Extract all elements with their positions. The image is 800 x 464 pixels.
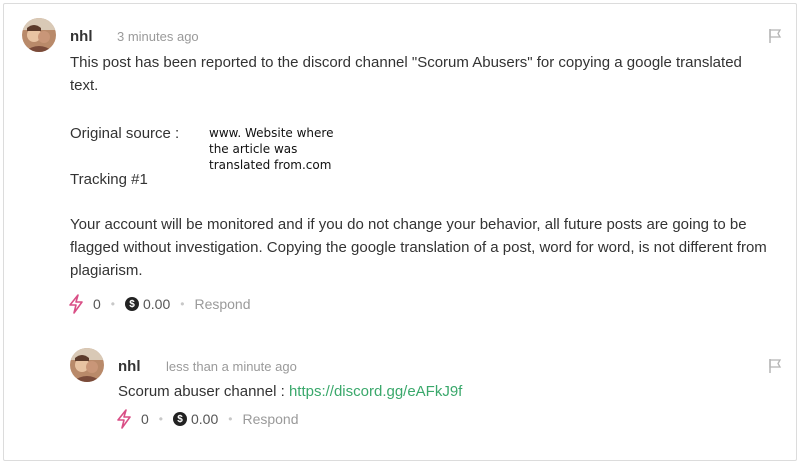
discord-link[interactable]: https://discord.gg/eAFkJ9f <box>289 383 462 400</box>
separator: • <box>158 412 163 426</box>
dollar-coin-icon: $ <box>173 412 187 426</box>
comment-actions: 0 • $ 0.00 • Respond <box>115 409 299 429</box>
comment-text: Scorum abuser channel : https://discord.… <box>118 380 462 403</box>
reply-comment: nhl less than a minute ago Scorum abuser… <box>70 348 792 438</box>
avatar[interactable] <box>70 348 104 382</box>
lightning-bolt-icon[interactable] <box>115 409 133 429</box>
vote-count: 0 <box>141 411 149 427</box>
lightning-bolt-icon[interactable] <box>67 294 85 314</box>
separator: • <box>180 297 185 311</box>
avatar[interactable] <box>22 18 56 52</box>
separator: • <box>110 297 115 311</box>
author-name[interactable]: nhl <box>118 358 141 375</box>
comment: nhl 3 minutes ago This post has been rep… <box>22 18 792 318</box>
comment-paragraph: This post has been reported to the disco… <box>70 54 742 94</box>
source-note-line: the article was <box>209 142 298 156</box>
source-label: Original source : <box>70 125 180 142</box>
timestamp[interactable]: less than a minute ago <box>166 359 297 374</box>
comment-text-prefix: Scorum abuser channel : <box>118 383 289 400</box>
vote-count: 0 <box>93 296 101 312</box>
tracking-label: Tracking #1 <box>70 171 148 188</box>
source-note-line: translated from.com <box>209 158 332 172</box>
payout-amount: 0.00 <box>143 296 171 312</box>
dollar-coin-icon: $ <box>125 297 139 311</box>
timestamp[interactable]: 3 minutes ago <box>117 29 199 44</box>
flag-icon[interactable] <box>768 28 782 44</box>
comment-paragraph: Your account will be monitored and if yo… <box>70 216 767 279</box>
separator: • <box>228 412 233 426</box>
flag-icon[interactable] <box>768 358 782 374</box>
comment-actions: 0 • $ 0.00 • Respond <box>67 294 251 314</box>
source-note-line: www. Website where <box>209 126 334 140</box>
respond-link[interactable]: Respond <box>194 296 250 312</box>
payout-amount: 0.00 <box>191 411 219 427</box>
author-name[interactable]: nhl <box>70 28 93 45</box>
source-note: www. Website where the article was trans… <box>209 125 369 173</box>
respond-link[interactable]: Respond <box>242 411 298 427</box>
